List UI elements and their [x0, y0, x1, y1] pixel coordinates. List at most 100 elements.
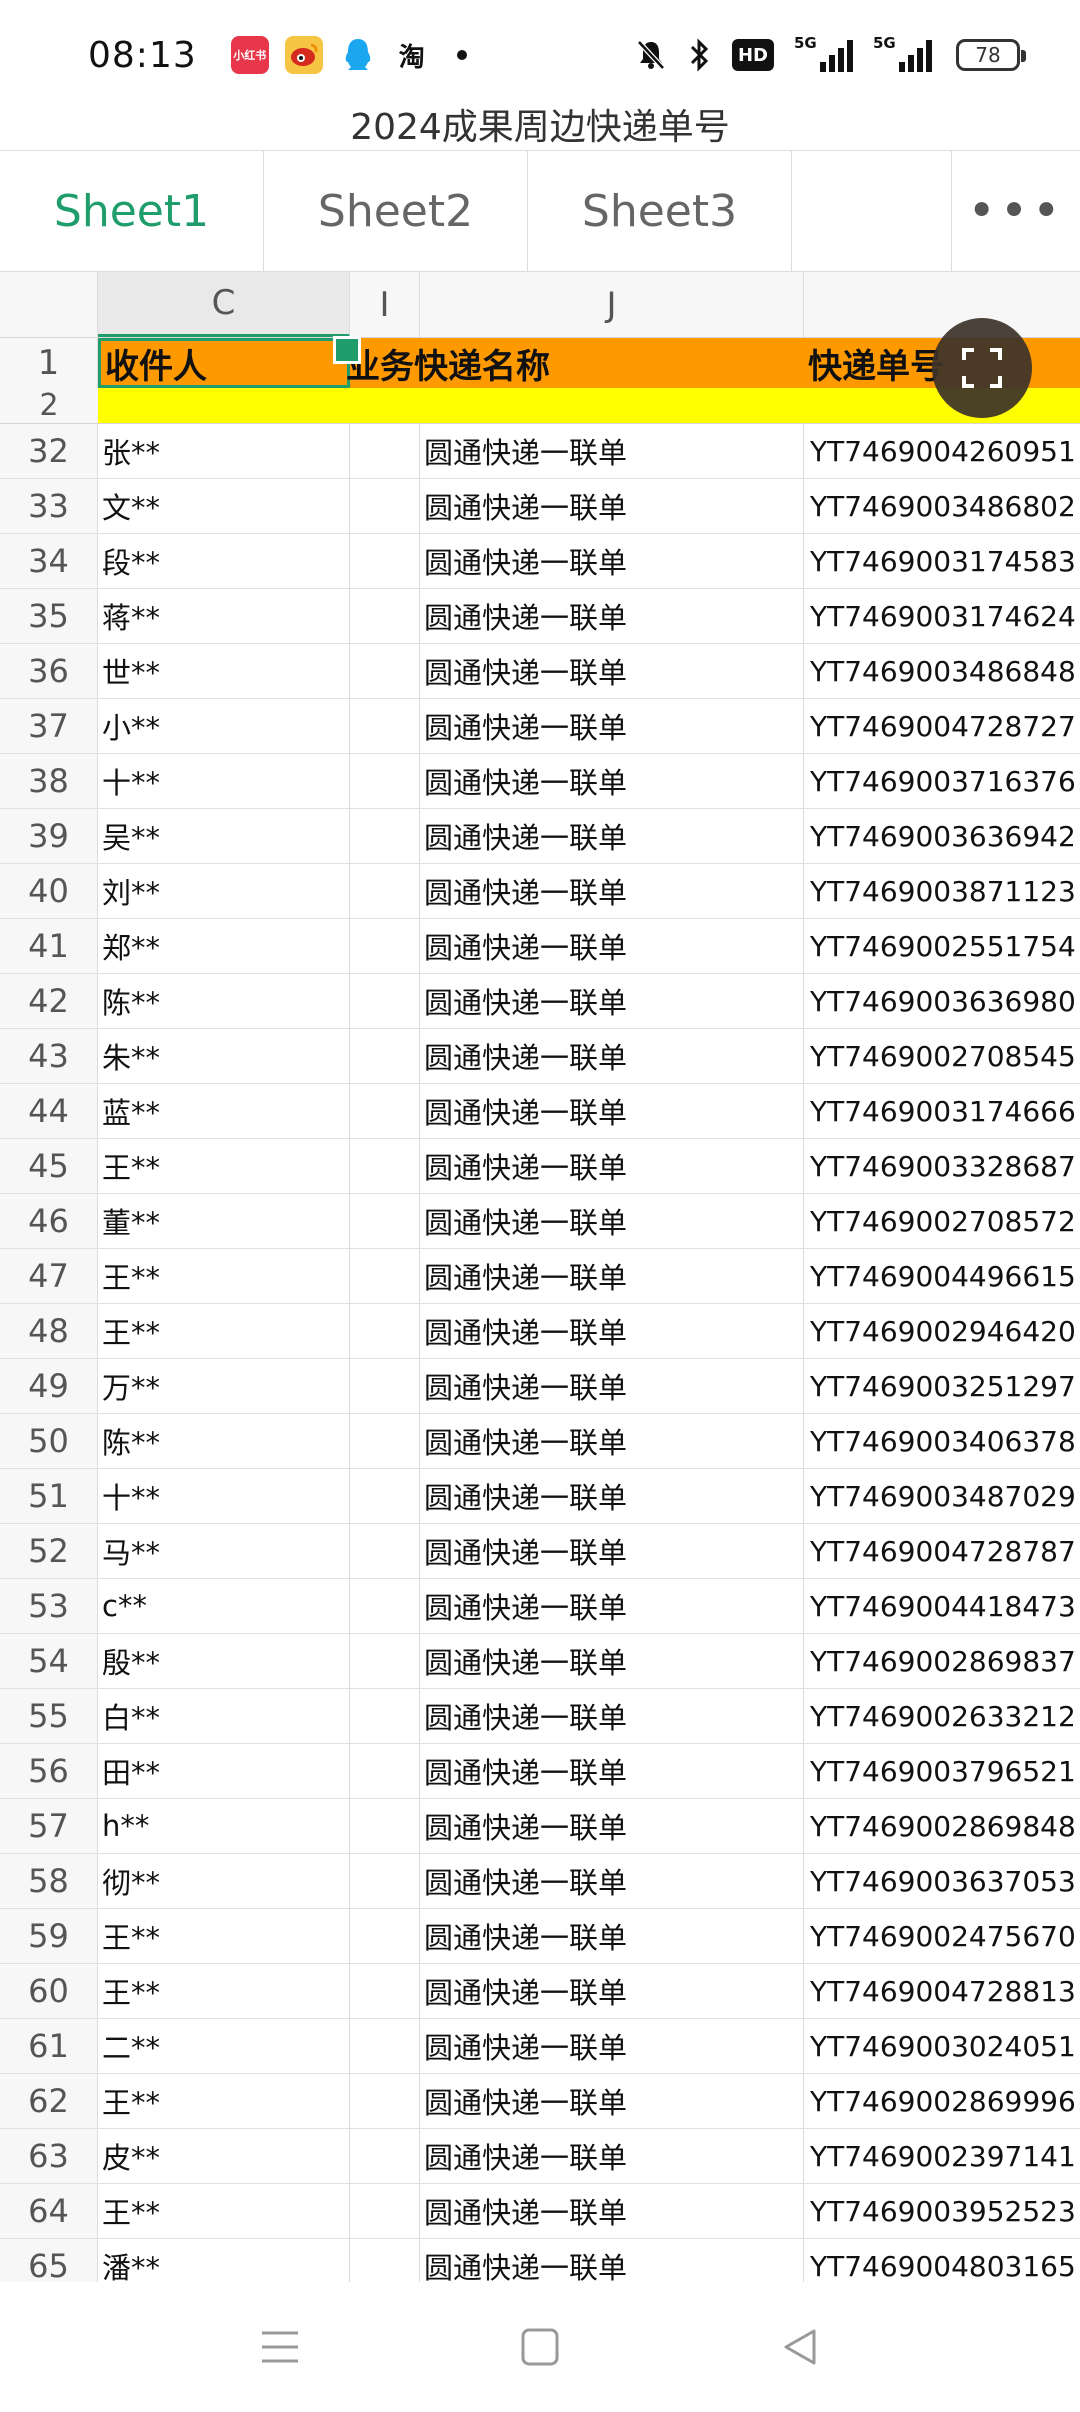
back-button[interactable] [770, 2317, 830, 2377]
tab-sheet3[interactable]: Sheet3 [528, 151, 792, 271]
cell-tracking-number[interactable]: YT7469004496615 [804, 1249, 1080, 1303]
tab-sheet2[interactable]: Sheet2 [264, 151, 528, 271]
cell-tracking-number[interactable]: YT7469003952523 [804, 2184, 1080, 2238]
cell-tracking-number[interactable]: YT7469003637053 [804, 1854, 1080, 1908]
row-number[interactable]: 1 [0, 338, 98, 388]
cell-recipient[interactable]: 二** [98, 2019, 350, 2073]
cell-column-i[interactable] [350, 919, 420, 973]
cell-service[interactable]: 圆通快递一联单 [420, 1414, 804, 1468]
cell-column-i[interactable] [350, 1359, 420, 1413]
cell-column-i[interactable] [350, 1139, 420, 1193]
row-number[interactable]: 36 [0, 644, 98, 698]
cell-tracking-number[interactable]: YT7469003871123 [804, 864, 1080, 918]
spreadsheet-grid[interactable]: C I J 1 收件人 业务快递名称 快递单号 2 32 张** 圆通快递一联单 YT… [0, 272, 1080, 2294]
row-number[interactable]: 2 [0, 388, 98, 423]
cell-tracking-number[interactable]: YT7469002869837 [804, 1634, 1080, 1688]
cell-tracking-number[interactable]: YT7469003486848 [804, 644, 1080, 698]
cell-tracking-number[interactable]: YT7469002708545 [804, 1029, 1080, 1083]
cell-tracking-number[interactable]: YT7469004418473 [804, 1579, 1080, 1633]
cell-service[interactable]: 圆通快递一联单 [420, 2184, 804, 2238]
row-number[interactable]: 45 [0, 1139, 98, 1193]
cell-tracking-number[interactable]: YT7469003716376 [804, 754, 1080, 808]
row-number[interactable]: 42 [0, 974, 98, 1028]
row-number[interactable]: 37 [0, 699, 98, 753]
cell-service[interactable]: 圆通快递一联单 [420, 809, 804, 863]
cell-column-i[interactable] [350, 2074, 420, 2128]
home-button[interactable] [510, 2317, 570, 2377]
cell-column-i[interactable] [350, 1854, 420, 1908]
cell-column-i[interactable] [350, 1909, 420, 1963]
cell-recipient[interactable]: 白** [98, 1689, 350, 1743]
cell-recipient[interactable]: 张** [98, 424, 350, 478]
cell-recipient[interactable]: c** [98, 1579, 350, 1633]
column-header-i[interactable]: I [350, 272, 420, 337]
cell-service[interactable]: 圆通快递一联单 [420, 479, 804, 533]
cell-service[interactable]: 圆通快递一联单 [420, 2074, 804, 2128]
column-header-j[interactable]: J [420, 272, 804, 337]
cell-recipient[interactable]: 王** [98, 1909, 350, 1963]
cell-service[interactable]: 圆通快递一联单 [420, 699, 804, 753]
cell-recipient[interactable]: 吴** [98, 809, 350, 863]
table-cell[interactable] [350, 388, 420, 423]
cell-tracking-number[interactable]: YT7469003251297 [804, 1359, 1080, 1413]
cell-column-i[interactable] [350, 534, 420, 588]
cell-recipient[interactable]: 王** [98, 1249, 350, 1303]
cell-service[interactable]: 圆通快递一联单 [420, 1194, 804, 1248]
cell-tracking-number[interactable]: YT7469003174583 [804, 534, 1080, 588]
row-number[interactable]: 39 [0, 809, 98, 863]
row-number[interactable]: 55 [0, 1689, 98, 1743]
cell-recipient[interactable]: 陈** [98, 974, 350, 1028]
cell-tracking-number[interactable]: YT7469003328687 [804, 1139, 1080, 1193]
row-number[interactable]: 38 [0, 754, 98, 808]
cell-service[interactable]: 圆通快递一联单 [420, 1634, 804, 1688]
tab-sheet1[interactable]: Sheet1 [0, 151, 264, 271]
row-number[interactable]: 40 [0, 864, 98, 918]
cell-column-i[interactable] [350, 1194, 420, 1248]
cell-recipient[interactable]: 十** [98, 754, 350, 808]
cell-service[interactable]: 圆通快递一联单 [420, 974, 804, 1028]
cell-recipient[interactable]: 段** [98, 534, 350, 588]
cell-service[interactable]: 圆通快递一联单 [420, 1799, 804, 1853]
cell-service[interactable]: 圆通快递一联单 [420, 534, 804, 588]
cell-tracking-number[interactable]: YT7469004728727 [804, 699, 1080, 753]
cell-recipient[interactable]: 小** [98, 699, 350, 753]
cell-column-i[interactable] [350, 1579, 420, 1633]
cell-service[interactable]: 圆通快递一联单 [420, 1084, 804, 1138]
cell-recipient[interactable]: 彻** [98, 1854, 350, 1908]
cell-tracking-number[interactable]: YT7469004728787 [804, 1524, 1080, 1578]
cell-recipient[interactable]: 蓝** [98, 1084, 350, 1138]
cell-column-i[interactable] [350, 1029, 420, 1083]
row-number[interactable]: 44 [0, 1084, 98, 1138]
row-number[interactable]: 35 [0, 589, 98, 643]
row-number[interactable]: 58 [0, 1854, 98, 1908]
cell-tracking-number[interactable]: YT7469002869848 [804, 1799, 1080, 1853]
cell-recipient[interactable]: 王** [98, 1304, 350, 1358]
cell-column-i[interactable] [350, 1249, 420, 1303]
row-number[interactable]: 32 [0, 424, 98, 478]
cell-column-i[interactable] [350, 2184, 420, 2238]
cell-column-i[interactable] [350, 2129, 420, 2183]
row-number[interactable]: 61 [0, 2019, 98, 2073]
row-number[interactable]: 46 [0, 1194, 98, 1248]
cell-tracking-number[interactable]: YT7469003486802 [804, 479, 1080, 533]
cell-tracking-number[interactable]: YT7469002633212 [804, 1689, 1080, 1743]
cell-tracking-number[interactable]: YT7469002397141 [804, 2129, 1080, 2183]
header-cell-recipient[interactable]: 收件人 [98, 338, 350, 388]
cell-service[interactable]: 圆通快递一联单 [420, 1469, 804, 1523]
cell-recipient[interactable]: 刘** [98, 864, 350, 918]
row-number[interactable]: 53 [0, 1579, 98, 1633]
cell-tracking-number[interactable]: YT7469003174666 [804, 1084, 1080, 1138]
cell-tracking-number[interactable]: YT7469003406378 [804, 1414, 1080, 1468]
row-number[interactable]: 62 [0, 2074, 98, 2128]
row-number[interactable]: 43 [0, 1029, 98, 1083]
cell-service[interactable]: 圆通快递一联单 [420, 1964, 804, 2018]
cell-service[interactable]: 圆通快递一联单 [420, 1029, 804, 1083]
row-number[interactable]: 50 [0, 1414, 98, 1468]
cell-column-i[interactable] [350, 644, 420, 698]
row-number[interactable]: 60 [0, 1964, 98, 2018]
cell-recipient[interactable]: 万** [98, 1359, 350, 1413]
cell-recipient[interactable]: 殷** [98, 1634, 350, 1688]
cell-service[interactable]: 圆通快递一联单 [420, 864, 804, 918]
cell-tracking-number[interactable]: YT7469003487029 [804, 1469, 1080, 1523]
cell-service[interactable]: 圆通快递一联单 [420, 424, 804, 478]
